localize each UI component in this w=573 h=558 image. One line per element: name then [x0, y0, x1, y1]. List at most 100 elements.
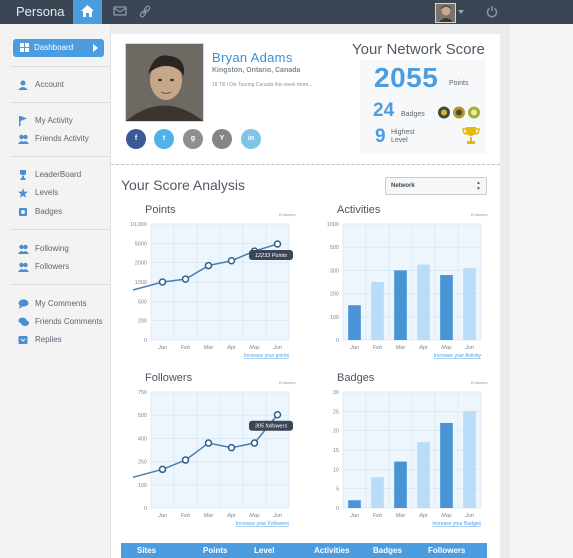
x-tick-label: Apr	[226, 345, 237, 351]
points-increase-link[interactable]: Increase your points	[244, 353, 290, 359]
x-tick-label: Jan	[349, 345, 359, 351]
linkedin-button[interactable]: in	[241, 129, 261, 149]
y-tick-label: 100	[138, 483, 147, 489]
sidebar-item-label: Badges	[35, 207, 63, 216]
y-tick-label: 0	[144, 338, 147, 344]
bar[interactable]	[371, 477, 384, 508]
y-tick-label: 0	[144, 506, 147, 512]
data-point[interactable]	[204, 261, 213, 270]
users-icon	[18, 134, 29, 144]
data-point[interactable]	[204, 439, 213, 447]
data-point[interactable]	[227, 256, 236, 265]
x-tick-label: Mar	[204, 513, 215, 519]
bar[interactable]	[463, 268, 476, 340]
data-point[interactable]	[181, 275, 190, 283]
followers-increase-link[interactable]: Increase your Followers	[236, 521, 290, 527]
badge-icons	[438, 106, 480, 119]
data-point[interactable]	[273, 410, 282, 419]
facebook-button[interactable]: f	[126, 129, 146, 149]
data-point[interactable]	[181, 456, 190, 464]
bar[interactable]	[394, 270, 407, 340]
bar[interactable]	[348, 500, 361, 508]
col-badges[interactable]: Badges	[373, 546, 402, 555]
x-tick-label: May	[441, 513, 453, 519]
y-tick-label: 5000	[135, 241, 147, 247]
flag-icon	[19, 116, 27, 126]
data-point[interactable]	[158, 465, 167, 474]
y-tick-label: 1000	[135, 280, 147, 286]
app-brand: Persona	[16, 4, 65, 19]
profile-status: 18 Till I Die Touring Canada this week m…	[212, 82, 313, 88]
data-point[interactable]	[250, 439, 259, 447]
profile-photo	[125, 43, 204, 122]
sidebar-item-label: Replies	[35, 335, 62, 344]
sidebar-item-label: Followers	[35, 262, 70, 271]
dashboard-label: Dashboard	[34, 43, 74, 52]
points-value: 2055	[374, 62, 439, 93]
sidebar-item-label: Levels	[35, 188, 59, 197]
chevron-down-icon[interactable]	[458, 10, 464, 14]
sidebar-item-label: Following	[35, 244, 69, 253]
bar[interactable]	[463, 411, 476, 508]
power-icon[interactable]	[486, 5, 498, 18]
y-tick-label: 500	[138, 413, 147, 419]
badges-increase-link[interactable]: Increase your Badges	[432, 521, 481, 527]
y-tick-label: 5	[336, 487, 339, 493]
user-icon	[18, 80, 28, 90]
more-link[interactable]: more...	[297, 82, 313, 88]
col-activities[interactable]: Activities	[314, 546, 350, 555]
avatar[interactable]	[435, 3, 456, 23]
select-value: Network	[391, 183, 415, 189]
sidebar-divider	[10, 229, 110, 230]
bar[interactable]	[417, 264, 430, 340]
y-tick-label: 25	[333, 409, 339, 415]
x-tick-label: Feb	[181, 513, 190, 519]
badges-chart: 0 5 10 15 20 25 30 Jan Feb Mar Apr May Jun Increase y…	[333, 390, 482, 527]
x-tick-label: Apr	[226, 513, 237, 519]
y-tick-label: 15	[333, 448, 339, 454]
y-tick-label: 0	[336, 338, 339, 344]
bar[interactable]	[440, 275, 453, 340]
bar[interactable]	[348, 305, 361, 340]
y-tick-label: 30	[333, 390, 339, 396]
yahoo-button[interactable]: Y	[212, 129, 232, 149]
status-text: 18 Till I Die Touring Canada this week	[212, 82, 296, 88]
data-point[interactable]	[227, 443, 236, 452]
level-label-line-1: Highest	[391, 129, 415, 136]
data-point[interactable]	[273, 240, 282, 248]
sidebar-item-dashboard[interactable]: Dashboard	[13, 39, 104, 57]
trophy-icon	[462, 127, 480, 144]
x-tick-label: Jan	[349, 513, 359, 519]
bar[interactable]	[440, 422, 453, 508]
x-tick-label: Mar	[204, 345, 215, 351]
y-tick-label: 200	[138, 319, 147, 325]
col-level[interactable]: Level	[254, 546, 274, 555]
x-tick-label: Jun	[464, 345, 474, 351]
score-analysis-title: Your Score Analysis	[121, 177, 245, 193]
x-tick-label: May	[249, 345, 261, 351]
bar[interactable]	[417, 442, 430, 508]
sidebar-item-label: LeaderBoard	[35, 170, 82, 179]
google-button[interactable]: g	[183, 129, 203, 149]
col-followers[interactable]: Followers	[428, 546, 465, 555]
bar[interactable]	[394, 461, 407, 508]
sidebar-divider	[10, 284, 110, 285]
bar[interactable]	[371, 282, 384, 340]
x-tick-label: Apr	[418, 345, 429, 351]
email-icon[interactable]	[113, 5, 127, 17]
col-sites[interactable]: Sites	[137, 546, 156, 555]
data-point[interactable]	[158, 278, 167, 286]
home-button[interactable]	[73, 0, 102, 24]
chevron-right-icon	[93, 44, 98, 52]
users-icon	[18, 262, 29, 272]
network-select[interactable]: Network ▲ ▼	[385, 177, 487, 195]
y-tick-label: 10,000	[130, 222, 147, 228]
right-gutter	[510, 24, 573, 558]
x-tick-label: Feb	[181, 345, 190, 351]
link-icon[interactable]	[139, 5, 151, 18]
activities-increase-link[interactable]: Increase your Activity	[434, 353, 482, 359]
col-points[interactable]: Points	[203, 546, 227, 555]
yahoo-icon: Y	[219, 135, 225, 142]
twitter-button[interactable]: t	[154, 129, 174, 149]
x-tick-label: Feb	[373, 345, 382, 351]
